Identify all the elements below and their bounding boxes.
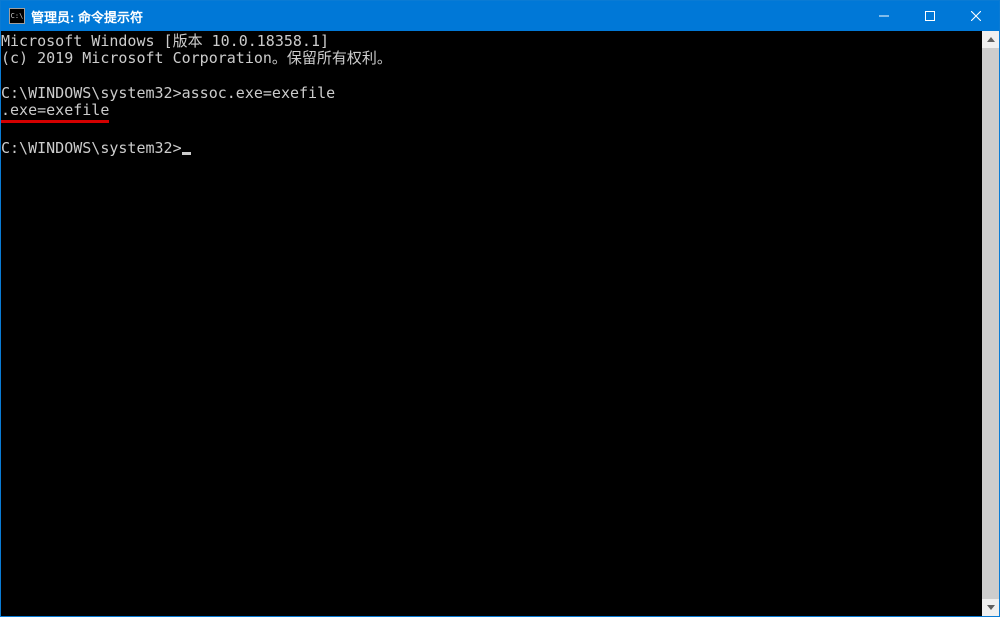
- scrollbar-thumb[interactable]: [982, 48, 999, 599]
- terminal-output[interactable]: Microsoft Windows [版本 10.0.18358.1](c) 2…: [1, 31, 982, 616]
- command-prompt-window: C:\ 管理员: 命令提示符 Microsoft Windows [版本 10.…: [0, 0, 1000, 617]
- cmd-icon: C:\: [9, 8, 25, 24]
- maximize-button[interactable]: [907, 1, 953, 31]
- vertical-scrollbar[interactable]: [982, 31, 999, 616]
- chevron-up-icon: [987, 37, 995, 42]
- cursor: [182, 152, 191, 155]
- prompt-1: C:\WINDOWS\system32>: [1, 84, 182, 102]
- blank-line: [1, 68, 982, 85]
- blank-line-2: [1, 122, 982, 139]
- prompt-2: C:\WINDOWS\system32>: [1, 139, 182, 157]
- chevron-down-icon: [987, 605, 995, 610]
- minimize-button[interactable]: [861, 1, 907, 31]
- command-line-1: C:\WINDOWS\system32>assoc.exe=exefile: [1, 85, 982, 102]
- scrollbar-track[interactable]: [982, 48, 999, 599]
- output-1-text: .exe=exefile: [1, 102, 109, 123]
- minimize-icon: [879, 11, 889, 21]
- command-line-2: C:\WINDOWS\system32>: [1, 140, 982, 157]
- copyright-line: (c) 2019 Microsoft Corporation。保留所有权利。: [1, 50, 982, 67]
- window-controls: [861, 1, 999, 31]
- output-line-1: .exe=exefile: [1, 102, 982, 122]
- titlebar[interactable]: C:\ 管理员: 命令提示符: [1, 1, 999, 31]
- scroll-up-button[interactable]: [982, 31, 999, 48]
- version-line: Microsoft Windows [版本 10.0.18358.1]: [1, 33, 982, 50]
- terminal-area: Microsoft Windows [版本 10.0.18358.1](c) 2…: [1, 31, 999, 616]
- close-icon: [971, 11, 981, 21]
- scroll-down-button[interactable]: [982, 599, 999, 616]
- command-1-text: assoc.exe=exefile: [182, 84, 336, 102]
- maximize-icon: [925, 11, 935, 21]
- close-button[interactable]: [953, 1, 999, 31]
- window-title: 管理员: 命令提示符: [31, 7, 861, 26]
